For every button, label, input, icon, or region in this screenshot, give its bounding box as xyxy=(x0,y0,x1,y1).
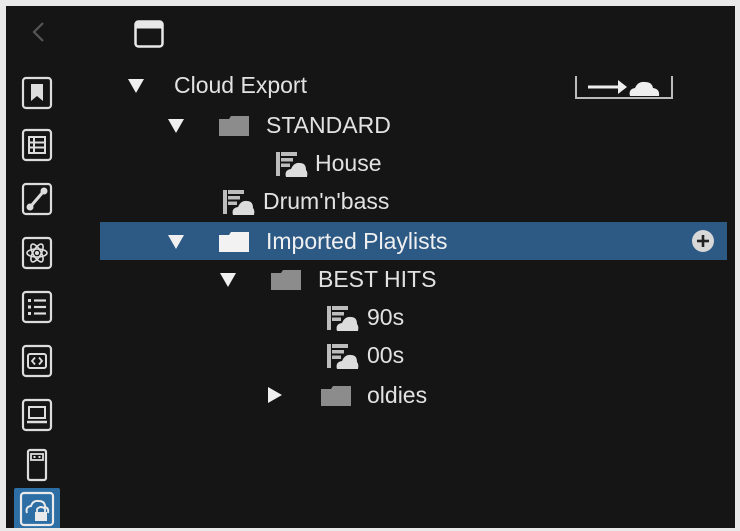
tree-row-best-hits[interactable]: BEST HITS xyxy=(70,260,735,298)
cloud-playlist-icon xyxy=(327,344,359,369)
chevron-left-icon[interactable] xyxy=(28,20,50,44)
window-icon[interactable] xyxy=(134,20,164,48)
folder-icon xyxy=(219,232,249,252)
tree-label: STANDARD xyxy=(266,112,391,138)
tree-label: Imported Playlists xyxy=(266,228,448,254)
playlist-tree: Cloud Export STANDARD House Drum'n'bass … xyxy=(70,58,735,528)
tree-label: oldies xyxy=(367,382,428,408)
tree-label: BEST HITS xyxy=(318,266,437,292)
cloud-export-button[interactable] xyxy=(574,74,674,100)
cloud-playlist-icon xyxy=(276,152,308,177)
top-toolbar xyxy=(6,6,735,58)
folder-icon xyxy=(321,386,351,406)
list-icon[interactable] xyxy=(20,290,54,324)
link-icon[interactable] xyxy=(20,182,54,216)
folder-icon xyxy=(271,270,301,290)
folder-icon xyxy=(219,116,249,136)
tree-label: 90s xyxy=(367,304,405,330)
code-icon[interactable] xyxy=(20,344,54,378)
tree-row-90s[interactable]: 90s xyxy=(70,298,735,336)
expand-arrow-icon[interactable] xyxy=(168,119,184,133)
tree-label: Cloud Export xyxy=(174,72,307,98)
sidebar xyxy=(6,66,70,528)
cloud-playlist-icon xyxy=(223,190,255,215)
usb-icon[interactable] xyxy=(20,448,54,482)
expand-arrow-icon[interactable] xyxy=(268,387,282,403)
expand-arrow-icon[interactable] xyxy=(128,79,144,93)
tree-label: House xyxy=(315,150,382,176)
tree-row-imported-playlists[interactable]: Imported Playlists xyxy=(100,222,727,260)
cloud-playlist-icon xyxy=(327,306,359,331)
tree-row-oldies[interactable]: oldies xyxy=(70,376,735,414)
tree-row-cloud-export[interactable]: Cloud Export xyxy=(70,66,735,104)
tree-label: Drum'n'bass xyxy=(263,188,390,214)
atom-icon[interactable] xyxy=(20,236,54,270)
expand-arrow-icon[interactable] xyxy=(220,273,236,287)
tree-row-00s[interactable]: 00s xyxy=(70,336,735,374)
expand-arrow-icon[interactable] xyxy=(168,235,184,249)
add-icon[interactable] xyxy=(691,229,715,253)
laptop-icon[interactable] xyxy=(20,398,54,432)
cloud-lock-icon[interactable] xyxy=(14,488,60,528)
bookmark-icon[interactable] xyxy=(20,76,54,110)
grid-icon[interactable] xyxy=(20,128,54,162)
tree-row-house[interactable]: House xyxy=(70,144,735,182)
tree-row-drumnbass[interactable]: Drum'n'bass xyxy=(70,182,735,220)
app-window: Cloud Export STANDARD House Drum'n'bass … xyxy=(6,6,735,528)
tree-row-standard[interactable]: STANDARD xyxy=(70,106,735,144)
tree-label: 00s xyxy=(367,342,405,368)
